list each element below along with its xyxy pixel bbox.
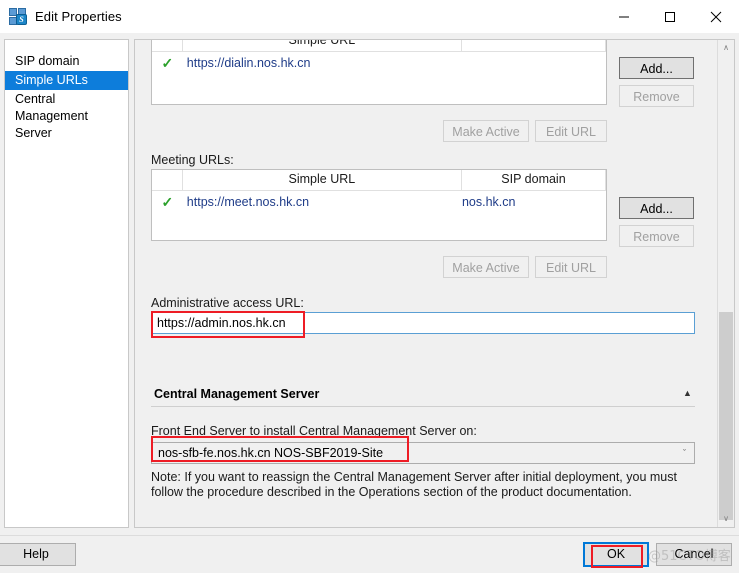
table-row[interactable]: ✓ https://meet.nos.hk.cn nos.hk.cn: [152, 191, 606, 213]
meeting-table-header: Simple URL SIP domain: [152, 170, 606, 191]
scroll-down-arrow-icon[interactable]: ∨: [718, 511, 734, 527]
dialin-urls-table[interactable]: Simple URL ✓ https://dialin.nos.hk.cn: [151, 40, 607, 105]
skype-for-business-icon: S: [9, 7, 27, 26]
minimize-button[interactable]: [601, 0, 647, 33]
scroll-up-arrow-icon[interactable]: ∧: [718, 40, 734, 56]
meeting-edit-url-button[interactable]: Edit URL: [535, 256, 607, 278]
meeting-row-url: https://meet.nos.hk.cn: [186, 195, 310, 209]
settings-panel-scrollbar[interactable]: ∧ ∨: [717, 40, 734, 527]
maximize-button[interactable]: [647, 0, 693, 33]
meeting-make-active-button[interactable]: Make Active: [443, 256, 529, 278]
admin-access-url-label: Administrative access URL:: [151, 296, 304, 310]
cms-front-end-server-label: Front End Server to install Central Mana…: [151, 424, 477, 438]
window-controls: [601, 0, 739, 33]
admin-access-url-input[interactable]: [151, 312, 695, 334]
meeting-col-simple-url: Simple URL: [183, 170, 462, 190]
cms-front-end-server-value: nos-sfb-fe.nos.hk.cn NOS-SBF2019-Site: [158, 446, 384, 460]
meeting-urls-label: Meeting URLs:: [151, 153, 234, 167]
dialin-table-header: Simple URL: [152, 40, 606, 52]
chevron-down-icon[interactable]: ˇ: [683, 448, 686, 458]
settings-panel-scroll-content: Simple URL ✓ https://dialin.nos.hk.cn Ad…: [135, 40, 718, 527]
ok-button[interactable]: OK: [583, 542, 649, 567]
meeting-row-sip-domain: nos.hk.cn: [461, 195, 516, 209]
dialog-footer: Help OK Cancel: [0, 535, 739, 573]
meeting-col-sip-domain: SIP domain: [462, 170, 606, 190]
meeting-remove-button[interactable]: Remove: [619, 225, 694, 247]
title-bar: S Edit Properties: [0, 0, 739, 34]
meeting-row-active-icon: ✓: [161, 194, 174, 210]
dialin-row-active-icon: ✓: [161, 55, 174, 71]
dialog-body: SIP domain Simple URLs Central Managemen…: [0, 33, 739, 535]
meeting-add-button[interactable]: Add...: [619, 197, 694, 219]
cms-note-text: Note: If you want to reassign the Centra…: [151, 470, 677, 499]
close-button[interactable]: [693, 0, 739, 33]
dialin-make-active-button[interactable]: Make Active: [443, 120, 529, 142]
dialin-add-button[interactable]: Add...: [619, 57, 694, 79]
sidebar-item-sip-domain[interactable]: SIP domain: [5, 52, 128, 71]
dialin-edit-url-button[interactable]: Edit URL: [535, 120, 607, 142]
sidebar-item-simple-urls[interactable]: Simple URLs: [5, 71, 128, 90]
cancel-button[interactable]: Cancel: [656, 543, 732, 566]
cms-front-end-server-select[interactable]: nos-sfb-fe.nos.hk.cn NOS-SBF2019-Site ˇ: [151, 442, 695, 464]
help-button[interactable]: Help: [0, 543, 76, 566]
dialin-row-url: https://dialin.nos.hk.cn: [186, 56, 311, 70]
settings-panel: Simple URL ✓ https://dialin.nos.hk.cn Ad…: [134, 39, 735, 528]
dialin-col-active: [152, 40, 183, 51]
cms-group-divider: [151, 406, 695, 407]
chevron-up-icon[interactable]: ▲: [683, 388, 692, 398]
meeting-urls-table[interactable]: Simple URL SIP domain ✓ https://meet.nos…: [151, 169, 607, 241]
cms-group-title: Central Management Server: [154, 387, 320, 401]
dialin-col-simple-url: Simple URL: [183, 40, 462, 51]
table-row[interactable]: ✓ https://dialin.nos.hk.cn: [152, 52, 606, 74]
sidebar-nav: SIP domain Simple URLs Central Managemen…: [4, 39, 129, 528]
dialin-remove-button[interactable]: Remove: [619, 85, 694, 107]
window-title: Edit Properties: [35, 9, 122, 24]
dialin-col-sip-domain: [462, 40, 606, 51]
sidebar-item-central-management-server[interactable]: Central Management Server: [5, 90, 128, 143]
scrollbar-thumb[interactable]: [719, 312, 733, 520]
meeting-col-active: [152, 170, 183, 190]
